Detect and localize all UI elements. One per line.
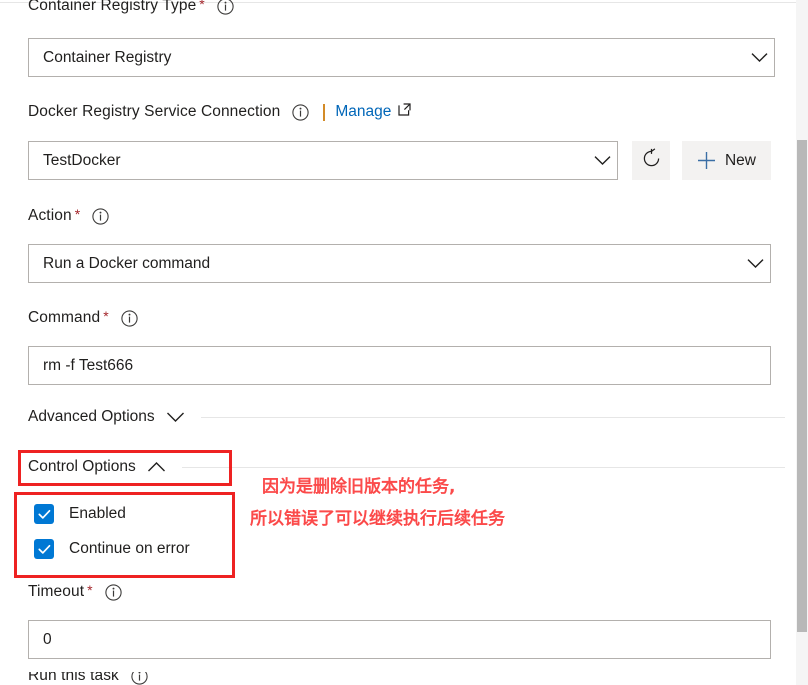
action-label-row: Action * — [28, 206, 109, 226]
info-icon[interactable] — [104, 583, 122, 601]
command-label: Command — [28, 309, 101, 326]
advanced-options-title: Advanced Options — [28, 408, 155, 425]
service-connection-label-row: Docker Registry Service Connection Manag… — [28, 102, 411, 122]
info-icon[interactable] — [292, 103, 310, 121]
timeout-required-marker: * — [87, 582, 93, 598]
control-options-title: Control Options — [28, 458, 136, 475]
vertical-scrollbar-track[interactable] — [796, 0, 808, 685]
enabled-checkbox-label: Enabled — [69, 505, 126, 522]
continue-on-error-checkbox-row[interactable]: Continue on error — [34, 539, 190, 559]
command-input[interactable]: rm -f Test666 — [28, 346, 771, 385]
task-configuration-panel: Container Registry Type * Container Regi… — [0, 0, 808, 685]
service-connection-value: TestDocker — [43, 151, 121, 169]
run-this-task-label: Run this task — [28, 672, 119, 684]
action-label: Action — [28, 207, 72, 224]
registry-type-label-row: Container Registry Type * — [28, 0, 234, 16]
command-required-marker: * — [103, 308, 109, 324]
refresh-button[interactable] — [632, 141, 670, 180]
run-this-task-label-clip: Run this task — [0, 672, 796, 685]
service-connection-select[interactable]: TestDocker — [28, 141, 618, 180]
chevron-down-icon — [166, 411, 185, 423]
registry-type-select[interactable]: Container Registry — [28, 38, 775, 77]
enabled-checkbox-row[interactable]: Enabled — [34, 504, 126, 524]
section-divider — [200, 416, 785, 418]
info-icon[interactable] — [217, 0, 234, 15]
chevron-down-icon — [744, 52, 774, 63]
checkbox-checked-icon[interactable] — [34, 539, 54, 559]
registry-type-label-clip: Container Registry Type * — [0, 0, 796, 20]
timeout-input[interactable]: 0 — [28, 620, 771, 659]
info-icon[interactable] — [121, 309, 138, 327]
run-this-task-label-row: Run this task — [28, 672, 148, 685]
external-link-icon[interactable] — [398, 103, 411, 121]
info-icon[interactable] — [92, 207, 109, 225]
command-value: rm -f Test666 — [43, 356, 134, 374]
new-service-connection-button[interactable]: New — [682, 141, 771, 180]
plus-icon — [697, 151, 716, 170]
timeout-value: 0 — [43, 630, 52, 648]
info-icon[interactable] — [131, 672, 148, 685]
chevron-down-icon — [587, 155, 617, 166]
chevron-down-icon — [740, 258, 770, 269]
registry-type-value: Container Registry — [43, 48, 172, 66]
timeout-label-row: Timeout * — [28, 582, 122, 602]
registry-type-required-marker: * — [199, 0, 205, 12]
advanced-options-section-header[interactable]: Advanced Options — [0, 408, 796, 426]
registry-type-label: Container Registry Type — [28, 0, 197, 14]
command-label-row: Command * — [28, 308, 138, 328]
timeout-label: Timeout — [28, 583, 85, 600]
manage-link[interactable]: Manage — [335, 103, 391, 121]
continue-on-error-checkbox-label: Continue on error — [69, 540, 190, 557]
new-button-label: New — [724, 151, 756, 169]
action-select[interactable]: Run a Docker command — [28, 244, 771, 283]
annotation-line-2: 所以错误了可以继续执行后续任务 — [250, 509, 505, 529]
annotation-line-1: 因为是删除旧版本的任务, — [262, 477, 456, 497]
action-required-marker: * — [74, 206, 81, 222]
chevron-up-icon — [147, 461, 166, 473]
vertical-scrollbar-thumb[interactable] — [797, 140, 807, 632]
section-divider — [181, 466, 785, 468]
refresh-icon — [641, 147, 662, 174]
checkbox-checked-icon[interactable] — [34, 504, 54, 524]
action-value: Run a Docker command — [43, 254, 211, 272]
service-connection-label: Docker Registry Service Connection — [28, 103, 281, 120]
vertical-separator — [323, 103, 326, 121]
